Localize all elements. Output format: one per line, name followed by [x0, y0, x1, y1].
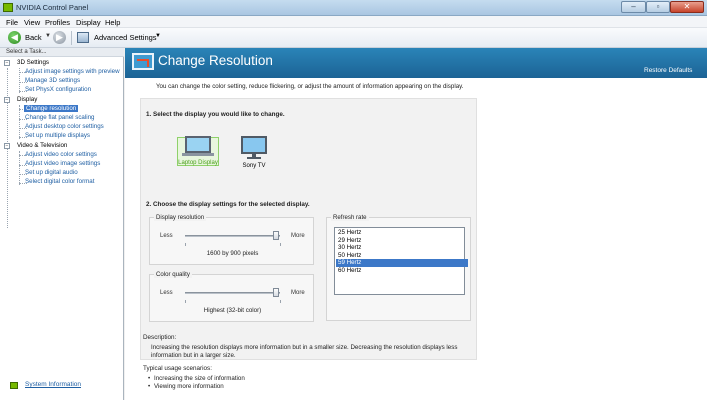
tree-category-video-television[interactable]: Video & Television [17, 142, 67, 149]
advanced-settings-dropdown-icon[interactable]: ▼ [155, 33, 161, 39]
collapse-toggle-icon[interactable]: − [4, 143, 10, 149]
display-option-sony-tv[interactable]: Sony TV [233, 136, 275, 169]
description-text: Increasing the resolution displays more … [151, 344, 458, 360]
laptop-base-icon [182, 153, 214, 156]
settings-panel: 1. Select the display you would like to … [140, 98, 477, 360]
back-button[interactable]: Back [25, 33, 42, 42]
nvidia-app-icon [3, 3, 13, 12]
display-resolution-label: Display resolution [154, 214, 207, 221]
description-label: Description: [143, 334, 177, 341]
task-adjust-video-color-settings[interactable]: Adjust video color settings [25, 151, 97, 158]
tree-category-3d-settings[interactable]: 3D Settings [17, 59, 49, 66]
task-manage-3d-settings[interactable]: Manage 3D settings [25, 77, 80, 84]
collapse-toggle-icon[interactable]: − [4, 97, 10, 103]
close-button[interactable]: ✕ [670, 1, 704, 13]
task-set-up-multiple-displays[interactable]: Set up multiple displays [25, 132, 90, 139]
color-quality-label: Color quality [154, 271, 192, 278]
toolbar-separator [71, 31, 72, 45]
tv-stand-base-icon [247, 157, 261, 159]
color-quality-value: Highest (32-bit color) [203, 307, 262, 314]
refresh-rate-option[interactable]: 25 Hertz [336, 229, 468, 237]
usage-scenario-item: Viewing more information [148, 383, 224, 390]
advanced-settings-icon[interactable] [77, 32, 89, 43]
tree-category-display[interactable]: Display [17, 96, 37, 103]
tree-connector [19, 151, 20, 185]
minimize-button[interactable]: – [621, 1, 646, 13]
task-adjust-desktop-color-settings[interactable]: Adjust desktop color settings [25, 123, 104, 130]
window-title: NVIDIA Control Panel [16, 3, 89, 12]
resolution-less-label: Less [160, 233, 173, 239]
system-information-label[interactable]: System Information [25, 381, 81, 388]
collapse-toggle-icon[interactable]: − [4, 60, 10, 66]
menu-display[interactable]: Display [76, 18, 101, 27]
forward-arrow-icon[interactable]: ▶ [53, 31, 66, 44]
step-1-heading: 1. Select the display you would like to … [146, 111, 285, 118]
refresh-rate-option[interactable]: 60 Hertz [336, 267, 468, 275]
page-content: You can change the color setting, reduce… [133, 78, 699, 400]
refresh-rate-option[interactable]: 30 Hertz [336, 244, 468, 252]
nvidia-control-panel-window: NVIDIA Control Panel – ▫ ✕ File View Pro… [0, 0, 707, 400]
refresh-rate-listbox[interactable]: 25 Hertz 29 Hertz 30 Hertz 50 Hertz 59 H… [334, 227, 468, 295]
page-header: Change Resolution Restore Defaults [125, 48, 707, 78]
change-resolution-icon [132, 53, 154, 70]
title-bar: NVIDIA Control Panel – ▫ ✕ [0, 0, 707, 16]
usage-scenario-item: Increasing the size of information [148, 375, 245, 382]
usage-scenarios-label: Typical usage scenarios: [143, 365, 212, 372]
color-quality-more-label: More [291, 290, 305, 296]
color-quality-group: Color quality Less More Highest (32-bit … [149, 271, 314, 322]
system-information-icon [10, 382, 18, 389]
task-adjust-video-image-settings[interactable]: Adjust video image settings [25, 160, 100, 167]
task-adjust-image-settings-with-preview[interactable]: Adjust image settings with preview [25, 68, 120, 75]
task-set-physx-configuration[interactable]: Set PhysX configuration [25, 86, 91, 93]
step-2-heading: 2. Choose the display settings for the s… [146, 201, 310, 208]
laptop-display-icon [185, 136, 211, 153]
main-pane: Change Resolution Restore Defaults You c… [125, 48, 707, 400]
restore-defaults-link[interactable]: Restore Defaults [644, 67, 692, 74]
toolbar: ◀ Back ▼ ▶ Advanced Settings ▼ [0, 28, 707, 48]
color-quality-less-label: Less [160, 290, 173, 296]
menu-bar: File View Profiles Display Help [0, 16, 707, 28]
menu-profiles[interactable]: Profiles [45, 18, 70, 27]
slider-tick [280, 300, 281, 303]
maximize-button[interactable]: ▫ [646, 1, 670, 13]
refresh-rate-option[interactable]: 50 Hertz [336, 252, 468, 260]
task-set-up-digital-audio[interactable]: Set up digital audio [25, 169, 78, 176]
resolution-value: 1600 by 900 pixels [206, 250, 259, 257]
display-option-label: Sony TV [242, 163, 266, 169]
refresh-rate-option-selected[interactable]: 59 Hertz [336, 259, 468, 267]
slider-tick [185, 300, 186, 303]
slider-tick [185, 243, 186, 246]
task-change-flat-panel-scaling[interactable]: Change flat panel scaling [25, 114, 95, 121]
color-quality-slider-track[interactable] [185, 292, 280, 294]
menu-file[interactable]: File [6, 18, 18, 27]
tree-connector [19, 105, 20, 139]
slider-tick [280, 243, 281, 246]
task-change-resolution[interactable]: Change resolution [24, 105, 79, 112]
page-intro-text: You can change the color setting, reduce… [156, 83, 464, 90]
resolution-slider-track[interactable] [185, 235, 280, 237]
task-select-digital-color-format[interactable]: Select digital color format [25, 178, 94, 185]
task-pane: Select a Task... − 3D Settings Adjust im… [0, 48, 124, 400]
tv-display-icon [241, 136, 267, 154]
menu-help[interactable]: Help [105, 18, 120, 27]
page-title: Change Resolution [158, 53, 273, 68]
resolution-slider-thumb[interactable] [273, 231, 280, 240]
display-resolution-group: Display resolution Less More 1600 by 900… [149, 214, 314, 265]
resolution-more-label: More [291, 233, 305, 239]
display-option-laptop[interactable]: Laptop Display [171, 136, 225, 166]
back-dropdown-icon[interactable]: ▼ [45, 33, 51, 39]
menu-view[interactable]: View [24, 18, 40, 27]
task-pane-header: Select a Task... [0, 48, 124, 57]
color-quality-slider-thumb[interactable] [273, 288, 280, 297]
advanced-settings-button[interactable]: Advanced Settings [94, 33, 157, 42]
refresh-rate-option[interactable]: 29 Hertz [336, 237, 468, 245]
display-option-label: Laptop Display [178, 160, 218, 166]
refresh-rate-label: Refresh rate [331, 214, 369, 221]
back-arrow-icon[interactable]: ◀ [8, 31, 21, 44]
